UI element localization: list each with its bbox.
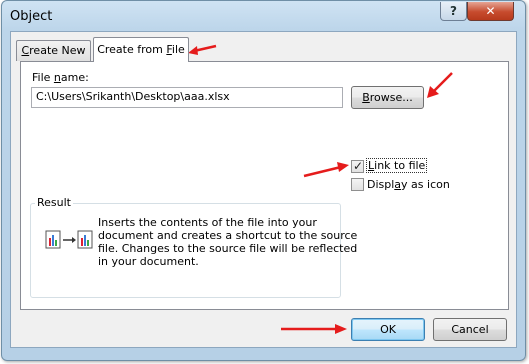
link-to-file-label[interactable]: Link to file xyxy=(366,158,428,173)
ok-button[interactable]: OK xyxy=(351,318,425,341)
dialog-title: Object xyxy=(10,9,53,24)
file-name-input[interactable]: C:\Users\Srikanth\Desktop\aaa.xlsx xyxy=(31,87,343,108)
result-description: Inserts the contents of the file into yo… xyxy=(98,216,358,268)
result-line: in your document. xyxy=(98,255,199,268)
red-arrow-icon xyxy=(303,162,349,178)
result-line: document and creates a shortcut to the s… xyxy=(98,229,358,242)
checkbox-check-icon: ✓ xyxy=(352,159,364,173)
tab-create-new-label: Create New xyxy=(21,44,86,57)
result-line: file. Changes to the source file will be… xyxy=(98,242,358,255)
file-name-label: File name: xyxy=(32,71,89,84)
help-button[interactable]: ? xyxy=(440,2,467,21)
result-legend: Result xyxy=(35,196,73,209)
close-icon: ✕ xyxy=(485,4,496,18)
browse-button[interactable]: Browse... xyxy=(351,86,424,109)
display-as-icon-label[interactable]: Display as icon xyxy=(367,178,450,191)
red-arrow-icon xyxy=(281,324,347,334)
close-button[interactable]: ✕ xyxy=(467,2,514,21)
display-as-icon-checkbox[interactable] xyxy=(351,178,364,191)
link-to-file-icon xyxy=(45,230,93,249)
tab-create-from-file-label: Create from File xyxy=(97,43,185,56)
tab-create-new[interactable]: Create New xyxy=(16,40,91,61)
tab-create-from-file[interactable]: Create from File xyxy=(93,37,189,62)
link-to-file-checkbox[interactable]: ✓ xyxy=(351,159,364,173)
red-arrow-icon xyxy=(427,72,453,98)
cancel-button[interactable]: Cancel xyxy=(433,318,507,341)
help-icon: ? xyxy=(450,4,457,18)
result-line: Inserts the contents of the file into yo… xyxy=(98,216,317,229)
red-arrow-icon xyxy=(188,44,217,55)
